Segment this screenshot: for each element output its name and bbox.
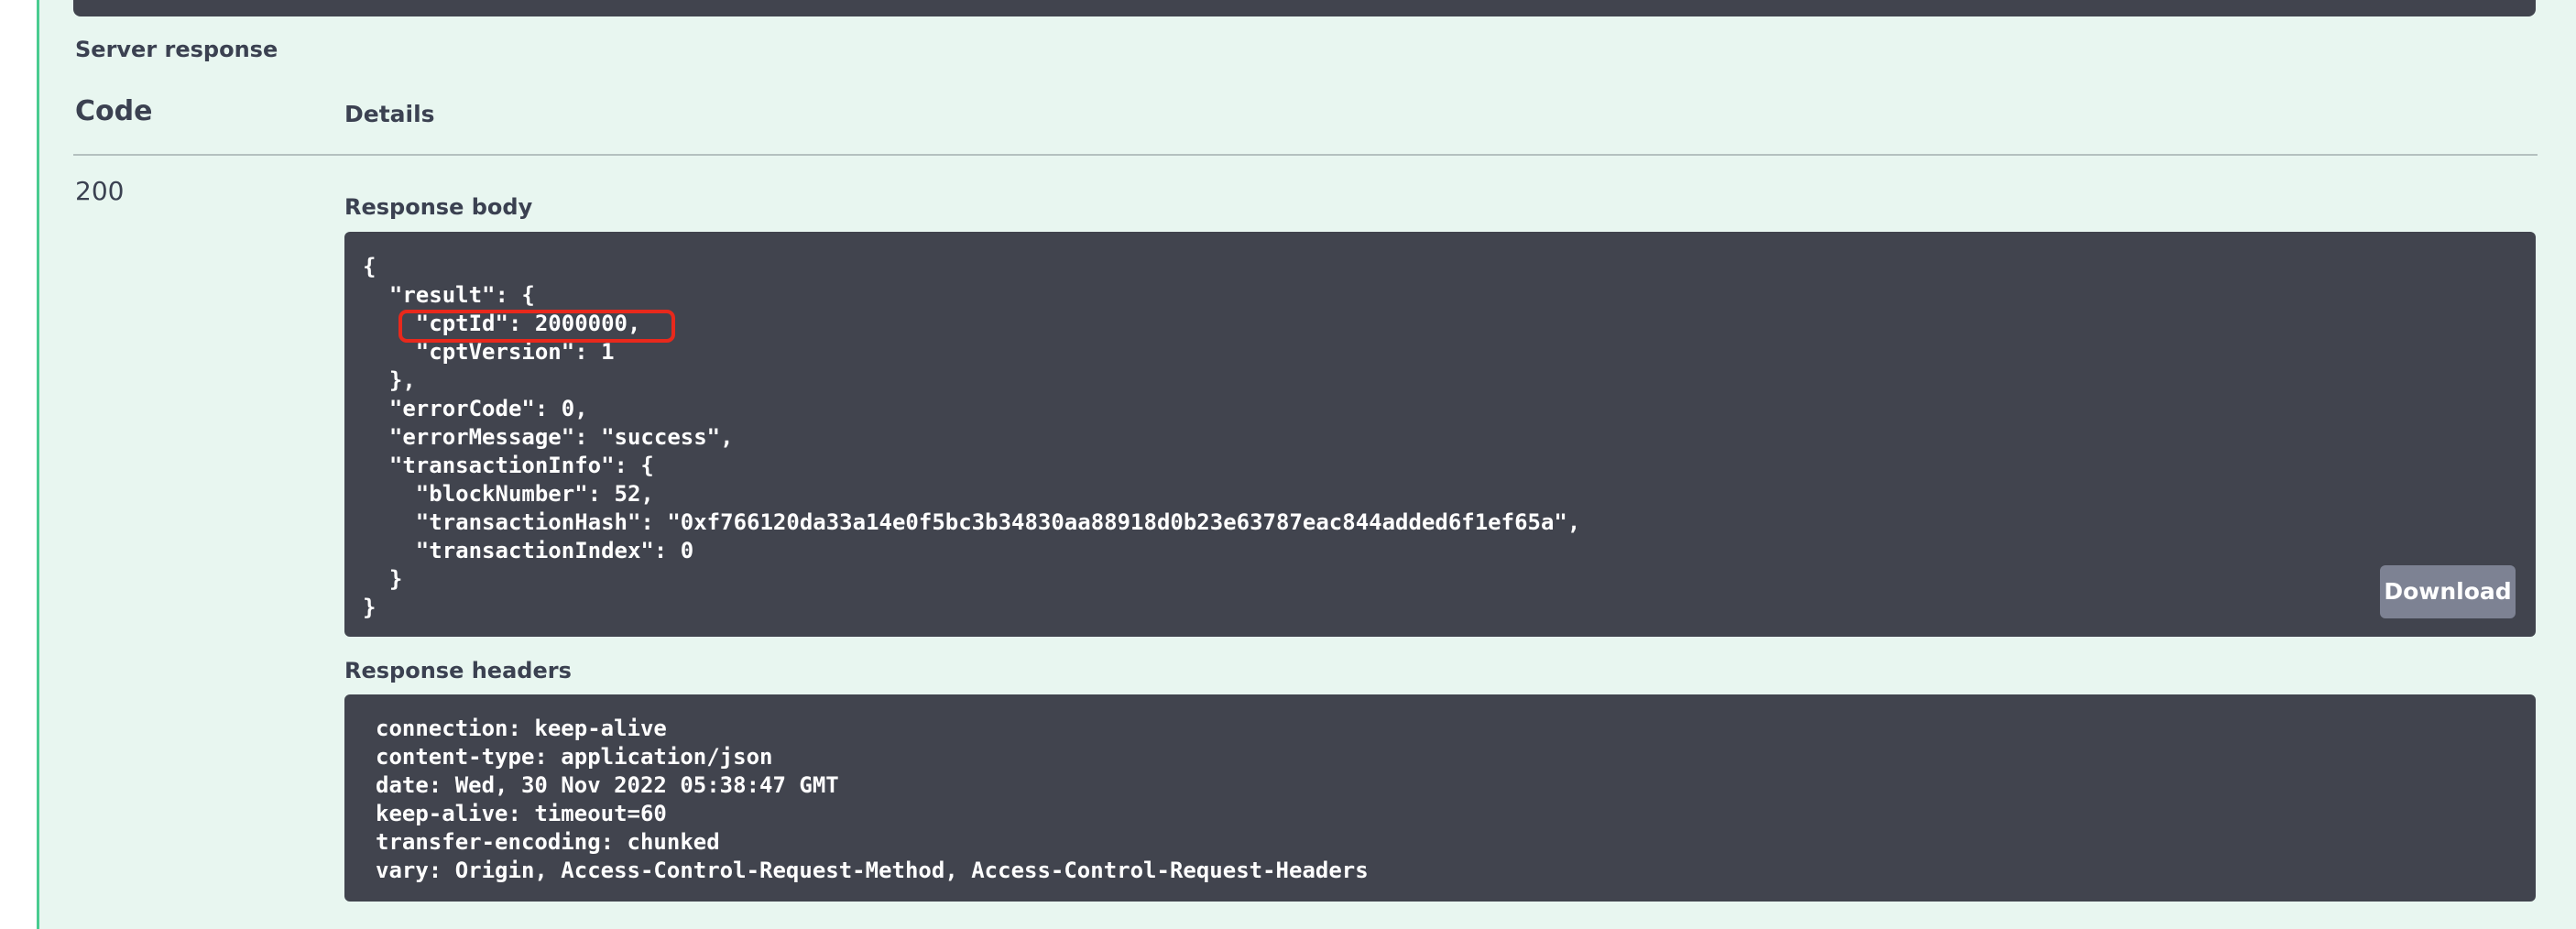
response-status-code: 200 [75, 176, 125, 206]
response-body-label: Response body [344, 194, 533, 220]
response-headers-block[interactable]: connection: keep-alive content-type: app… [344, 694, 2536, 902]
server-response-label: Server response [75, 37, 278, 62]
response-headers-label: Response headers [344, 658, 572, 683]
response-body-json: { "result": { "cptId": 2000000, "cptVers… [363, 254, 1581, 620]
previous-code-block-edge [73, 0, 2536, 16]
download-button[interactable]: Download [2380, 565, 2516, 618]
table-divider [73, 154, 2538, 156]
response-headers-text: connection: keep-alive content-type: app… [376, 716, 1369, 883]
code-column-header: Code [75, 95, 153, 127]
details-column-header: Details [344, 101, 435, 127]
cptid-highlight-annotation [398, 310, 675, 343]
response-body-block[interactable]: { "result": { "cptId": 2000000, "cptVers… [344, 232, 2536, 637]
